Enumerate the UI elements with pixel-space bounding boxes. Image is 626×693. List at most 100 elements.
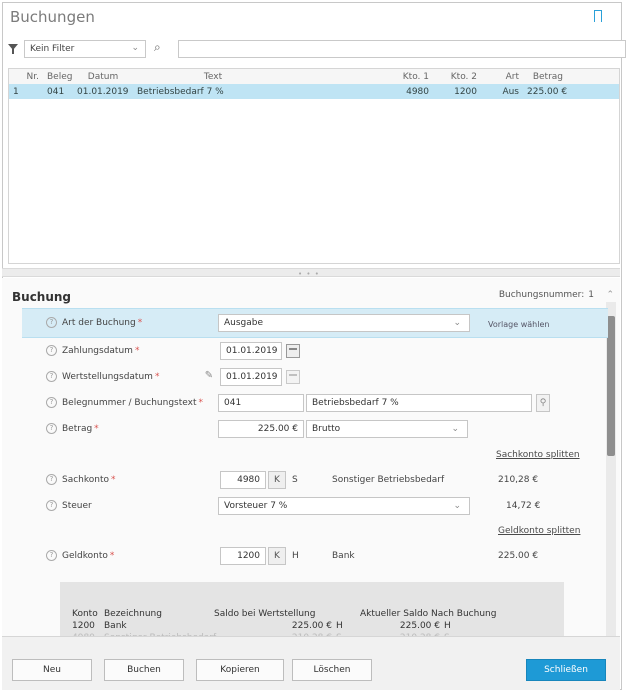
betrag-mode-select[interactable]: Brutto ⌄ — [306, 420, 468, 438]
summary-saldo-side: H — [336, 621, 343, 631]
cell-beleg: 041 — [47, 86, 65, 97]
neu-button[interactable]: Neu — [12, 659, 92, 681]
column-header[interactable]: Datum — [73, 72, 133, 82]
geldkonto-splitten-link[interactable]: Geldkonto splitten — [498, 526, 580, 536]
geldkonto-label-text: Geldkonto — [62, 551, 108, 561]
steuer-select[interactable]: Vorsteuer 7 % ⌄ — [218, 497, 470, 515]
geldkonto-side: H — [292, 551, 299, 561]
filter-select[interactable]: Kein Filter ⌄ — [24, 40, 146, 58]
window-title: Buchungen — [10, 8, 95, 26]
chevron-up-icon[interactable]: ⌃ — [606, 290, 614, 300]
geldkonto-lookup-button[interactable]: K — [268, 547, 286, 565]
vorlage-waehlen-link[interactable]: Vorlage wählen — [488, 320, 549, 329]
sachkonto-splitten-link[interactable]: Sachkonto splitten — [496, 450, 580, 460]
geldkonto-amount: 225.00 € — [498, 551, 539, 561]
filter-row: Kein Filter ⌄ ⌕ — [8, 40, 626, 60]
art-label-text: Art der Buchung — [62, 318, 136, 328]
betrag-label-text: Betrag — [62, 424, 93, 434]
chevron-down-icon: ⌄ — [453, 501, 461, 511]
filter-select-value: Kein Filter — [30, 44, 75, 54]
help-icon[interactable]: ? — [46, 345, 57, 356]
buchungstext-input[interactable]: Betriebsbedarf 7 % — [306, 394, 532, 412]
column-header[interactable]: Beleg — [43, 72, 73, 82]
summary-header-aktuell: Aktueller Saldo Nach Buchung — [360, 609, 497, 619]
cell-text: Betriebsbedarf 7 % — [137, 86, 224, 97]
kopieren-button[interactable]: Kopieren — [196, 659, 284, 681]
column-header[interactable]: Text — [133, 72, 293, 82]
geldkonto-input[interactable]: 1200 — [220, 547, 266, 565]
sachkonto-name: Sonstiger Betriebsbedarf — [332, 475, 445, 485]
sachkonto-lookup-button[interactable]: K — [268, 471, 286, 489]
betrag-mode-value: Brutto — [312, 424, 341, 434]
section-title: Buchung — [12, 290, 72, 304]
column-header[interactable]: Art — [481, 72, 523, 82]
steuer-select-value: Vorsteuer 7 % — [224, 501, 288, 511]
search-icon: ⌕ — [154, 40, 161, 54]
buchen-button[interactable]: Buchen — [104, 659, 184, 681]
help-icon[interactable]: ? — [46, 474, 57, 485]
calendar-icon[interactable] — [286, 370, 300, 384]
search-input[interactable] — [178, 40, 626, 58]
belegnummer-input[interactable]: 041 — [218, 394, 304, 412]
balance-summary: Konto Bezeichnung Saldo bei Wertstellung… — [60, 582, 564, 643]
attachment-icon[interactable]: ⚲ — [536, 394, 550, 412]
pencil-icon[interactable]: ✎ — [202, 370, 216, 384]
chevron-down-icon: ⌄ — [453, 318, 461, 328]
zahlungsdatum-label-text: Zahlungsdatum — [62, 346, 133, 356]
column-header[interactable]: Kto. 2 — [433, 72, 481, 82]
zahlungsdatum-label: Zahlungsdatum * — [62, 346, 140, 356]
table-header: Nr. Beleg Datum Text Kto. 1 Kto. 2 Art B… — [9, 69, 619, 84]
cell-art: Aus — [502, 86, 519, 97]
splitter-grip-icon: • • • — [298, 270, 320, 278]
cell-datum: 01.01.2019 — [77, 86, 129, 97]
zahlungsdatum-input[interactable]: 01.01.2019 — [220, 342, 282, 360]
art-label: Art der Buchung * — [62, 318, 143, 328]
summary-aktuell: 225.00 € — [399, 621, 440, 631]
summary-header: Konto Bezeichnung Saldo bei Wertstellung… — [72, 608, 552, 620]
cell-kto1: 4980 — [406, 86, 429, 97]
calendar-icon[interactable] — [286, 344, 300, 358]
help-icon[interactable]: ? — [46, 317, 57, 328]
steuer-amount: 14,72 € — [506, 501, 541, 511]
steuer-label: Steuer — [62, 501, 92, 511]
help-icon[interactable]: ? — [46, 500, 57, 511]
wertstellungsdatum-input[interactable]: 01.01.2019 — [220, 368, 282, 386]
art-select-value: Ausgabe — [224, 318, 264, 328]
geldkonto-label: Geldkonto * — [62, 551, 115, 561]
cell-kto2: 1200 — [454, 86, 477, 97]
scrollbar-thumb[interactable] — [607, 316, 615, 456]
bookmark-icon[interactable] — [594, 10, 602, 26]
cell-nr: 1 — [13, 86, 19, 97]
wertstellungsdatum-label-text: Wertstellungsdatum — [62, 372, 153, 382]
pane-splitter[interactable]: • • • — [2, 268, 620, 278]
table-row[interactable]: 1 041 01.01.2019 Betriebsbedarf 7 % 4980… — [9, 84, 619, 99]
help-icon[interactable]: ? — [46, 371, 57, 382]
schliessen-button[interactable]: Schließen — [526, 659, 606, 681]
help-icon[interactable]: ? — [46, 397, 57, 408]
sachkonto-label-text: Sachkonto — [62, 475, 110, 485]
sachkonto-side: S — [292, 475, 298, 485]
betrag-label: Betrag * — [62, 424, 99, 434]
cell-betrag: 225.00 € — [527, 86, 567, 97]
loeschen-button[interactable]: Löschen — [292, 659, 372, 681]
beleg-label: Belegnummer / Buchungstext * — [62, 398, 203, 408]
summary-row: 1200 Bank 225.00 € H 225.00 € H — [72, 620, 552, 632]
column-header[interactable]: Kto. 1 — [293, 72, 433, 82]
sachkonto-amount: 210,28 € — [498, 475, 539, 485]
column-header[interactable]: Betrag — [523, 72, 567, 82]
sachkonto-input[interactable]: 4980 — [220, 471, 266, 489]
summary-header-saldo: Saldo bei Wertstellung — [214, 609, 316, 619]
filter-icon — [8, 44, 18, 54]
help-icon[interactable]: ? — [46, 423, 57, 434]
art-select[interactable]: Ausgabe ⌄ — [218, 314, 470, 332]
column-header[interactable]: Nr. — [9, 72, 43, 82]
betrag-input[interactable]: 225.00 € — [218, 420, 304, 438]
booking-detail-panel: Buchung Buchungsnummer: 1 ⌃ ? Art der Buc… — [2, 278, 620, 643]
detail-scrollbar[interactable] — [606, 302, 616, 636]
booking-number: Buchungsnummer: 1 — [499, 290, 594, 300]
help-icon[interactable]: ? — [46, 550, 57, 561]
summary-konto: 1200 — [72, 621, 95, 631]
chevron-down-icon: ⌄ — [451, 424, 459, 434]
geldkonto-name: Bank — [332, 551, 355, 561]
sachkonto-label: Sachkonto * — [62, 475, 116, 485]
